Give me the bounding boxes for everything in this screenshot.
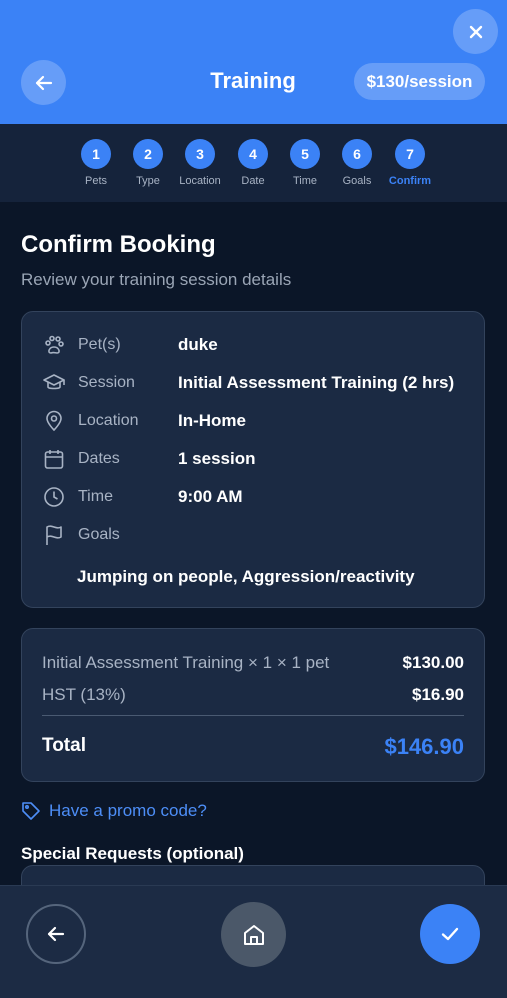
tag-icon — [22, 802, 40, 820]
flag-icon — [42, 523, 66, 547]
home-button[interactable] — [221, 902, 286, 967]
promo-code-link[interactable]: Have a promo code? — [21, 801, 207, 821]
step-confirm[interactable]: 7 Confirm — [380, 139, 440, 187]
step-location[interactable]: 3 Location — [170, 139, 230, 187]
section-heading: Confirm Booking — [21, 231, 216, 258]
total-label: Total — [42, 735, 86, 756]
booking-details-card: Pet(s) duke Session Initial Assessment T… — [21, 311, 485, 608]
detail-row-goals: Goals — [42, 523, 472, 547]
header: Training $130/session — [0, 0, 507, 124]
step-type[interactable]: 2 Type — [118, 139, 178, 187]
home-icon — [243, 924, 264, 945]
step-goals[interactable]: 6 Goals — [327, 139, 387, 187]
paw-icon — [42, 333, 66, 357]
step-pets[interactable]: 1 Pets — [66, 139, 126, 187]
price-summary-card: Initial Assessment Training × 1 × 1 pet … — [21, 628, 485, 782]
goals-value: Jumping on people, Aggression/reactivity — [77, 567, 415, 586]
total-value: $146.90 — [384, 734, 464, 759]
close-icon — [469, 25, 482, 38]
price-line-tax: HST (13%) $16.90 — [42, 685, 464, 704]
back-button[interactable] — [26, 904, 86, 964]
price-divider — [42, 715, 464, 716]
price-badge: $130/session — [354, 63, 485, 100]
check-icon — [441, 927, 459, 941]
price-line-session: Initial Assessment Training × 1 × 1 pet … — [42, 653, 464, 672]
step-time[interactable]: 5 Time — [275, 139, 335, 187]
step-date[interactable]: 4 Date — [223, 139, 283, 187]
graduation-cap-icon — [42, 371, 66, 395]
close-button[interactable] — [453, 9, 498, 54]
step-indicator: 1 Pets 2 Type 3 Location 4 Date 5 Time 6… — [0, 124, 507, 202]
detail-row-session: Session Initial Assessment Training (2 h… — [42, 371, 472, 395]
detail-row-location: Location In-Home — [42, 409, 472, 433]
detail-row-time: Time 9:00 AM — [42, 485, 472, 509]
map-pin-icon — [42, 409, 66, 433]
clock-icon — [42, 485, 66, 509]
detail-row-dates: Dates 1 session — [42, 447, 472, 471]
footer-nav — [0, 885, 507, 998]
calendar-icon — [42, 447, 66, 471]
confirm-button[interactable] — [420, 904, 480, 964]
section-subheading: Review your training session details — [21, 270, 292, 289]
special-requests-label: Special Requests (optional) — [21, 844, 244, 863]
arrow-left-icon — [47, 926, 65, 942]
detail-row-pets: Pet(s) duke — [42, 333, 472, 357]
